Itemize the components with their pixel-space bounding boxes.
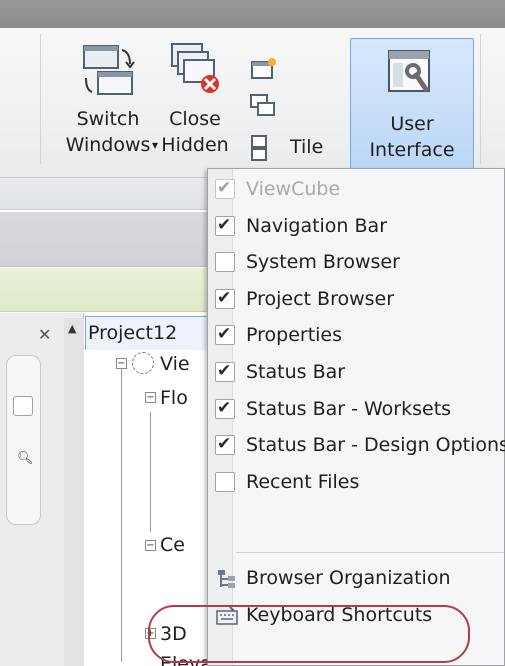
new-window-button[interactable] [248,56,278,84]
switch-windows-icon [83,45,135,95]
view-cube-icon[interactable] [13,396,33,416]
menu-item-label: Recent Files [246,471,360,493]
dropdown-arrow-icon: ▾ [152,138,159,152]
ribbon-title-strip [0,0,505,28]
menu-item-label: ViewCube [246,178,341,200]
menu-item-label: Status Bar - Worksets [246,398,452,420]
cascade-button[interactable] [248,92,278,120]
checkmark-icon[interactable] [215,178,235,199]
checkmark-icon[interactable] [215,361,235,382]
tile-icon [251,135,267,161]
project-name: Project12 [88,322,178,344]
close-hidden-label-1: Close [169,108,221,130]
menu-item[interactable]: ViewCube [208,172,504,208]
switch-windows-label-1: Switch [76,108,140,130]
menu-item[interactable]: Status Bar [208,355,504,391]
switch-windows-label-2: Windows [65,134,151,156]
menu-item[interactable]: Recent Files [208,465,504,501]
menu-item-label: System Browser [246,251,400,273]
tile-label: Tile [290,136,324,158]
menu-item-label: Status Bar [246,361,346,383]
collapse-icon[interactable]: − [145,392,156,403]
checkbox-icon[interactable] [215,252,235,272]
menu-separator [236,552,504,553]
tree-item-ceiling-plans[interactable]: Ce [160,533,185,557]
user-interface-label-1: User [390,113,434,135]
menu-item-label: Navigation Bar [246,215,388,237]
close-hidden-label-2: Hidden [161,134,229,156]
checkmark-icon[interactable] [215,398,235,419]
menu-item[interactable]: Properties [208,318,504,354]
navigation-bar: 🔍︎ [6,355,41,525]
ribbon-separator [480,34,481,164]
browser-organization-icon [218,570,235,588]
menu-item[interactable]: Project Browser [208,282,504,318]
user-interface-icon [388,50,430,93]
user-interface-label-2: Interface [369,139,455,161]
menu-item[interactable]: System Browser [208,245,504,281]
checkmark-icon[interactable] [215,434,235,455]
checkmark-icon[interactable] [215,215,235,236]
scrollbar[interactable]: ▲ [64,318,84,666]
menu-item[interactable]: Status Bar - Worksets [208,392,504,428]
tree-guide [150,412,151,532]
highlight-annotation [148,605,470,663]
cascade-icon [250,94,275,116]
project-browser-title: Project12 [85,316,225,350]
close-hidden-button[interactable]: Close Hidden [160,40,240,180]
views-icon [132,352,154,374]
menu-item-label: Project Browser [246,288,395,310]
menu-item-label: Status Bar - Design Options [246,434,505,456]
scroll-up-icon[interactable]: ▲ [68,322,76,335]
tile-button[interactable]: Tile [248,132,348,164]
tree-item-views[interactable]: Vie [160,352,190,376]
new-window-icon [251,58,276,79]
tree-guide [121,362,122,662]
collapse-icon[interactable]: − [145,540,156,551]
close-hidden-icon [171,43,219,93]
tree-item-floor-plans[interactable]: Flo [160,386,188,410]
close-icon[interactable]: ✕ [38,325,51,344]
user-interface-button[interactable]: User Interface [350,38,474,176]
zoom-icon[interactable]: 🔍︎ [17,451,34,466]
browser-organization-label: Browser Organization [246,567,451,589]
ribbon-separator [40,34,41,164]
menu-item[interactable]: Navigation Bar [208,209,504,245]
checkmark-icon[interactable] [215,288,235,309]
menu-item-label: Properties [246,324,343,346]
menu-item[interactable]: Status Bar - Design Options [208,428,505,464]
checkbox-icon[interactable] [215,472,235,492]
switch-windows-button[interactable]: Switch Windows ▾ [58,40,158,180]
collapse-icon[interactable]: − [116,358,127,369]
menu-item-browser-organization[interactable]: Browser Organization [208,561,504,597]
checkmark-icon[interactable] [215,324,235,345]
